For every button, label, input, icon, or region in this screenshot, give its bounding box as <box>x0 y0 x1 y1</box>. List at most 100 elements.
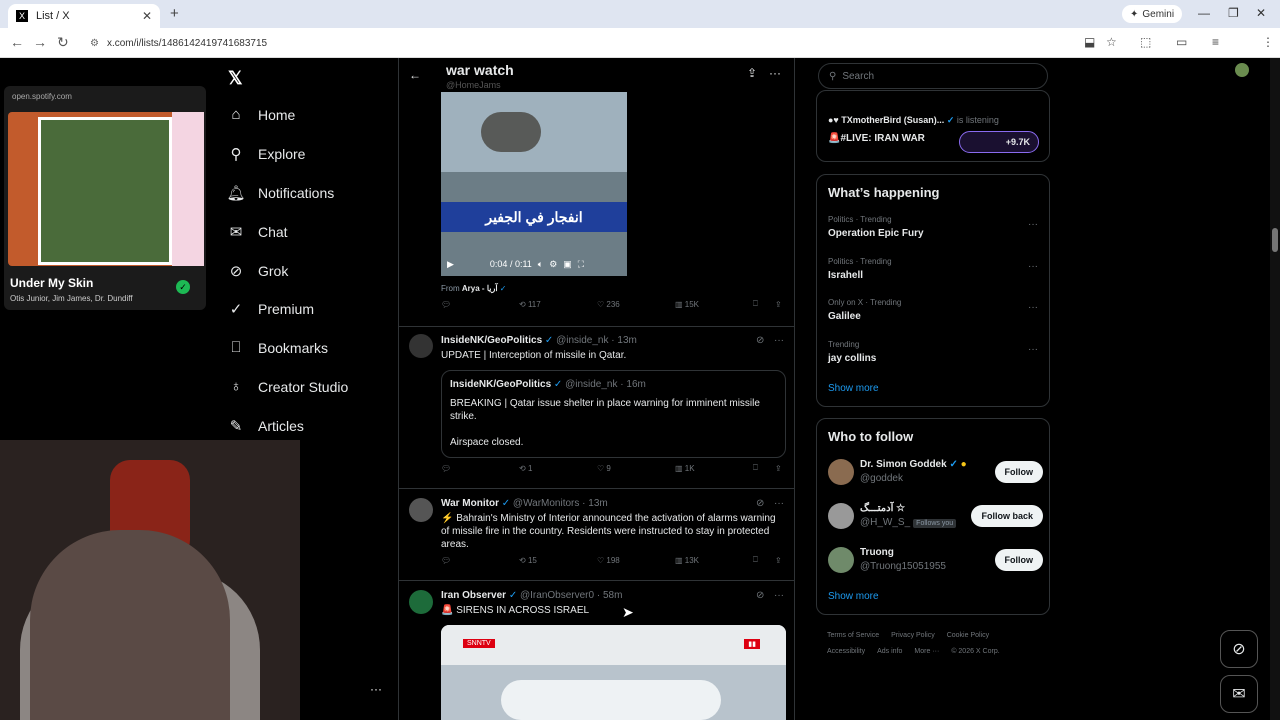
avatar[interactable] <box>409 590 433 614</box>
x-logo-icon[interactable]: 𝕏 <box>228 68 243 89</box>
footer-link[interactable]: Terms of Service <box>827 632 879 639</box>
author-handle[interactable]: @IranObserver0 · 58m <box>520 590 622 601</box>
split-view-icon[interactable]: ▭ <box>1176 35 1187 49</box>
extensions-icon[interactable]: ⬚ <box>1140 35 1151 49</box>
share-icon[interactable]: ⇪ <box>747 66 757 80</box>
chrome-menu-icon[interactable]: ⋮ <box>1262 35 1274 49</box>
settings-icon[interactable]: ⚙ <box>549 259 557 270</box>
pip-icon[interactable]: ▣ <box>563 259 572 270</box>
fullscreen-icon[interactable]: ⛶ <box>578 259 584 270</box>
bookmark-icon[interactable]: ⎕ <box>753 555 758 565</box>
follow-button[interactable]: Follow <box>994 461 1043 483</box>
share-icon[interactable]: ⇪ <box>775 556 782 565</box>
profile-avatar[interactable] <box>1235 63 1249 77</box>
footer-link[interactable]: Accessibility <box>827 648 865 655</box>
like-button[interactable]: ♡ 9 <box>597 464 611 473</box>
nav-articles[interactable]: ✎ Articles <box>226 417 304 435</box>
more-icon[interactable]: ··· <box>1028 219 1038 230</box>
grok-icon[interactable]: ⊘ <box>756 498 764 509</box>
follow-suggestion[interactable]: Dr. Simon Goddek ✓ ● @goddek Follow <box>828 457 1043 489</box>
quoted-tweet[interactable]: InsideNK/GeoPolitics ✓ @inside_nk · 16m … <box>441 370 786 458</box>
views-button[interactable]: ▥ 1K <box>675 464 695 473</box>
search-input[interactable]: ⚲ Search <box>818 63 1048 89</box>
trend-item[interactable]: Only on X · Trending Galilee ··· <box>828 298 1038 322</box>
more-icon[interactable]: ··· <box>769 66 781 80</box>
author-name[interactable]: Iran Observer <box>441 590 506 601</box>
footer-link[interactable]: Ads info <box>877 648 902 655</box>
nav-chat[interactable]: ✉ Chat <box>226 223 288 241</box>
play-icon[interactable]: ▶ <box>447 259 454 270</box>
nav-bookmarks[interactable]: ⎕ Bookmarks <box>226 339 328 356</box>
reply-icon[interactable]: 💬︎ <box>441 556 451 565</box>
video-player[interactable]: SNNTV ▮▮ <box>441 625 786 720</box>
author-name[interactable]: InsideNK/GeoPolitics <box>441 335 542 346</box>
forward-button[interactable]: → <box>33 34 47 50</box>
show-more-link[interactable]: Show more <box>828 383 879 394</box>
reply-icon[interactable]: 💬︎ <box>441 464 451 473</box>
reload-button[interactable]: ↻ <box>57 34 69 51</box>
site-info-icon[interactable]: ⚙ <box>90 38 99 49</box>
follow-suggestion[interactable]: Truong @Truong15051955 Follow <box>828 545 1043 577</box>
footer-link[interactable]: Cookie Policy <box>947 632 989 639</box>
install-icon[interactable]: ⬓ <box>1084 35 1095 49</box>
spotify-mini-player[interactable]: open.spotify.com Under My Skin Otis Juni… <box>4 86 206 310</box>
close-window-button[interactable]: ✕ <box>1256 6 1266 20</box>
address-bar[interactable]: ⚙ x.com/i/lists/1486142419741683715 <box>84 32 1084 54</box>
avatar[interactable] <box>828 459 854 485</box>
like-button[interactable]: ♡ 236 <box>597 300 620 309</box>
author-handle[interactable]: @inside_nk · 13m <box>556 335 637 346</box>
live-listeners-badge[interactable]: +9.7K <box>959 131 1039 153</box>
maximize-button[interactable]: ❐ <box>1228 6 1239 20</box>
scrollbar-thumb[interactable] <box>1272 228 1278 252</box>
more-icon[interactable]: ··· <box>1028 261 1038 272</box>
bookmark-star-icon[interactable]: ☆ <box>1106 35 1117 49</box>
follow-suggestion[interactable]: آدمتـــگ ☆ @H_W_S_ Follows you Follow bac… <box>828 501 1043 533</box>
messages-fab-button[interactable]: ✉ <box>1220 675 1258 713</box>
live-space-card[interactable]: ●♥ TXmotherBird (Susan)... ✓ is listenin… <box>816 90 1050 162</box>
back-button[interactable]: ← <box>10 34 24 50</box>
repost-button[interactable]: ⟲ 1 <box>519 464 532 473</box>
bookmark-icon[interactable]: ⎕ <box>753 299 758 309</box>
minimize-button[interactable]: — <box>1198 6 1210 20</box>
share-icon[interactable]: ⇪ <box>775 300 782 309</box>
follow-button[interactable]: Follow <box>994 549 1043 571</box>
show-more-link[interactable]: Show more <box>828 591 879 602</box>
trend-item[interactable]: Trending jay collins ··· <box>828 340 1038 364</box>
tab-search-icon[interactable]: ≡ <box>1212 35 1219 49</box>
close-tab-icon[interactable]: ✕ <box>142 9 152 23</box>
views-button[interactable]: ▥ 15K <box>675 300 699 309</box>
avatar[interactable] <box>828 547 854 573</box>
author-handle[interactable]: @WarMonitors · 13m <box>513 498 608 509</box>
repost-button[interactable]: ⟲ 117 <box>519 300 541 309</box>
video-attribution[interactable]: From Arya - آریا ✓ <box>441 284 507 293</box>
new-tab-button[interactable]: + <box>170 5 179 22</box>
scrollbar[interactable] <box>1270 58 1280 720</box>
saved-check-icon[interactable]: ✓ <box>176 280 190 294</box>
more-icon[interactable]: ··· <box>774 498 784 509</box>
grok-icon[interactable]: ⊘ <box>756 335 764 346</box>
nav-explore[interactable]: ⚲ Explore <box>226 145 306 163</box>
repost-button[interactable]: ⟲ 15 <box>519 556 537 565</box>
video-player[interactable]: انفجار في الجفير ▶ 0:04 / 0:11 🔈︎ ⚙ ▣ ⛶ <box>441 92 627 276</box>
back-arrow-icon[interactable]: ← <box>409 68 421 82</box>
volume-icon[interactable]: 🔈︎ <box>538 259 543 270</box>
nav-grok[interactable]: ⊘ Grok <box>226 262 289 280</box>
gemini-button[interactable]: ✦ Gemini <box>1122 5 1183 23</box>
share-icon[interactable]: ⇪ <box>775 464 782 473</box>
nav-home[interactable]: ⌂ Home <box>226 106 295 123</box>
like-button[interactable]: ♡ 198 <box>597 556 620 565</box>
author-name[interactable]: War Monitor <box>441 498 499 509</box>
avatar[interactable] <box>828 503 854 529</box>
nav-premium[interactable]: ✓ Premium <box>226 300 314 318</box>
grok-fab-button[interactable]: ⊘ <box>1220 630 1258 668</box>
trend-item[interactable]: Politics · Trending Israhell ··· <box>828 257 1038 281</box>
trend-item[interactable]: Politics · Trending Operation Epic Fury ··… <box>828 215 1038 239</box>
follow-back-button[interactable]: Follow back <box>971 505 1043 527</box>
nav-notifications[interactable]: 🔔︎ Notifications <box>226 184 334 202</box>
reply-icon[interactable]: 💬︎ <box>441 300 451 309</box>
avatar[interactable] <box>409 334 433 358</box>
grok-icon[interactable]: ⊘ <box>756 590 764 601</box>
more-icon[interactable]: ··· <box>1028 344 1038 355</box>
avatar[interactable] <box>409 498 433 522</box>
more-icon[interactable]: ··· <box>774 335 784 346</box>
